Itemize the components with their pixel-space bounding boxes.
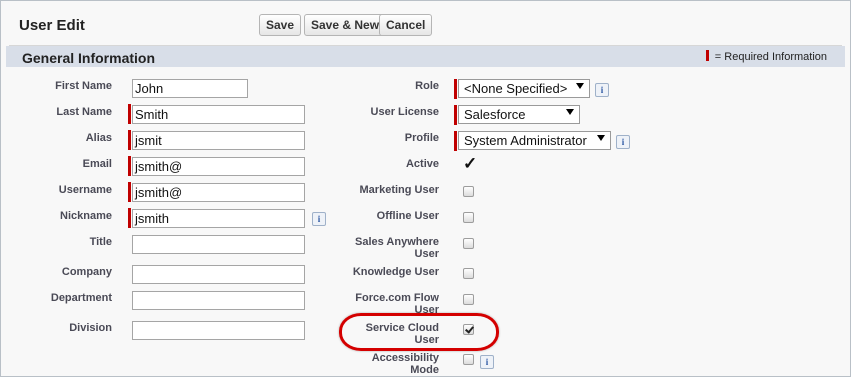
accessibility-mode-label-line1: Accessibility [371,352,439,364]
department-input[interactable] [132,291,305,310]
username-input[interactable]: jsmith@ [132,183,305,202]
profile-select[interactable]: System Administrator [458,131,611,150]
save-and-new-button[interactable]: Save & New [304,14,387,36]
role-label: Role [415,80,439,92]
company-input[interactable] [132,265,305,284]
required-indicator [128,208,131,228]
required-indicator [128,156,131,176]
required-legend-text: = Required Information [714,51,827,63]
required-marker-icon [705,50,709,61]
email-label: Email [82,158,112,170]
cancel-button[interactable]: Cancel [379,14,433,36]
info-icon[interactable]: i [480,355,494,369]
nickname-input[interactable]: jsmith [132,209,305,228]
nickname-label: Nickname [60,210,112,222]
first-name-input[interactable]: John [132,79,248,98]
user-edit-panel: User Edit Save Save & New Cancel General… [0,0,851,377]
required-indicator [128,104,131,124]
active-label: Active [405,158,439,170]
email-input[interactable]: jsmith@ [132,157,305,176]
accessibility-mode-label-line2: Mode [410,364,439,376]
accessibility-mode-label: Accessibility Mode [307,352,439,376]
required-indicator [454,131,457,151]
alias-input[interactable]: jsmit [132,131,305,150]
info-icon[interactable]: i [595,83,609,97]
sales-anywhere-user-checkbox[interactable] [463,238,474,249]
dropdown-arrow-icon [597,135,605,141]
profile-select-value: System Administrator [464,133,587,148]
required-indicator [454,79,457,99]
company-label: Company [61,266,112,278]
info-icon[interactable]: i [616,135,630,149]
sales-anywhere-user-label-line1: Sales Anywhere [355,236,439,248]
profile-label: Profile [404,132,439,144]
marketing-user-label: Marketing User [359,184,439,196]
dropdown-arrow-icon [566,109,574,115]
first-name-label: First Name [55,80,112,92]
offline-user-checkbox[interactable] [463,212,474,223]
active-checkbox[interactable]: ✓ [463,155,477,172]
knowledge-user-checkbox[interactable] [463,268,474,279]
username-label: Username [58,184,112,196]
required-indicator [128,182,131,202]
alias-label: Alias [85,132,112,144]
user-license-select[interactable]: Salesforce [458,105,580,124]
division-input[interactable] [132,321,305,340]
required-legend: = Required Information [705,50,827,63]
marketing-user-checkbox[interactable] [463,186,474,197]
sales-anywhere-user-label-line2: User [414,248,439,260]
force-flow-user-label-line1: Force.com Flow [355,292,439,304]
user-license-label: User License [370,106,439,118]
required-indicator [128,130,131,150]
section-title: General Information [22,50,156,66]
page-title: User Edit [19,17,85,34]
sales-anywhere-user-label: Sales Anywhere User [307,236,439,260]
required-indicator [454,105,457,125]
user-license-select-value: Salesforce [464,107,526,122]
service-cloud-highlight-annotation [339,313,499,351]
last-name-label: Last Name [56,106,112,118]
title-input[interactable] [132,235,305,254]
role-select-value: <None Specified> [464,81,568,96]
knowledge-user-label: Knowledge User [352,266,439,278]
title-label: Title [89,236,112,248]
force-flow-user-checkbox[interactable] [463,294,474,305]
division-label: Division [69,322,112,334]
accessibility-mode-checkbox[interactable] [463,354,474,365]
offline-user-label: Offline User [376,210,439,222]
dropdown-arrow-icon [576,83,584,89]
last-name-input[interactable]: Smith [132,105,305,124]
save-button[interactable]: Save [259,14,302,36]
department-label: Department [50,292,112,304]
role-select[interactable]: <None Specified> [458,79,590,98]
section-header: General Information = Required Informati… [6,46,845,67]
